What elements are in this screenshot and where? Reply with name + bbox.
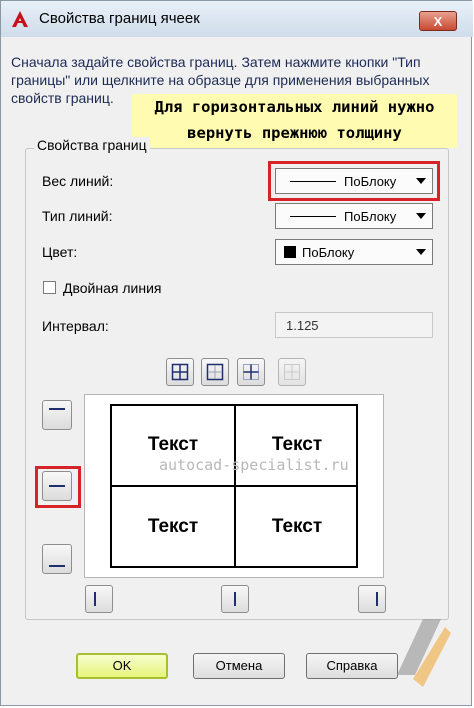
inside-vertical-border-icon [234, 592, 236, 606]
close-button[interactable]: X [419, 11, 457, 31]
help-button[interactable]: Справка [306, 653, 398, 679]
double-line-label: Двойная линия [63, 280, 162, 296]
preview-cell: Текст [271, 516, 323, 537]
inside-vertical-border-button[interactable] [221, 585, 249, 613]
top-border-icon [49, 408, 65, 410]
left-border-button[interactable] [85, 585, 113, 613]
cancel-button[interactable]: Отмена [193, 653, 285, 679]
inside-borders-icon [243, 364, 259, 380]
double-line-checkbox[interactable] [43, 281, 56, 294]
window-title: Свойства границ ячеек [39, 10, 200, 27]
autocad-logo-icon [12, 11, 28, 27]
lineweight-highlight [268, 161, 440, 201]
outside-borders-icon [206, 363, 224, 381]
linetype-label: Тип линий: [42, 208, 113, 224]
spacing-input[interactable]: 1.125 [275, 312, 433, 338]
watermark-text: autocad-specialist.ru [159, 456, 349, 474]
spacing-value: 1.125 [286, 318, 319, 333]
top-border-button[interactable] [42, 400, 72, 430]
annotation-line-1: Для горизонтальных линий нужно [154, 98, 435, 116]
no-border-icon [284, 364, 300, 380]
bottom-border-button[interactable] [42, 544, 72, 574]
linetype-select[interactable]: ПоБлоку [275, 203, 433, 229]
chevron-down-icon [416, 249, 426, 255]
preview-cell: Текст [147, 516, 199, 537]
preview-cell: Текст [147, 434, 199, 455]
outside-borders-button[interactable] [201, 358, 229, 386]
inside-borders-button[interactable] [237, 358, 265, 386]
bottom-border-icon [49, 565, 65, 567]
annotation-line-2: вернуть прежнюю толщину [187, 124, 402, 142]
color-swatch [284, 246, 296, 258]
cell-border-properties-dialog: Свойства границ ячеек X Сначала задайте … [0, 0, 473, 706]
preview-table[interactable]: Текст Текст Текст Текст [110, 404, 358, 568]
color-value: ПоБлоку [302, 245, 355, 260]
right-border-icon [376, 592, 378, 606]
annotation-note: Для горизонтальных линий нужно вернуть п… [132, 94, 457, 148]
linetype-value: ПоБлоку [344, 209, 397, 224]
preview-cell: Текст [271, 434, 323, 455]
no-border-button[interactable] [278, 358, 306, 386]
line-sample [290, 216, 336, 217]
inside-horizontal-highlight [35, 466, 81, 508]
left-border-icon [94, 592, 96, 606]
color-label: Цвет: [42, 244, 78, 260]
chevron-down-icon [416, 213, 426, 219]
color-select[interactable]: ПоБлоку [275, 239, 433, 265]
right-border-button[interactable] [358, 585, 386, 613]
lineweight-label: Вес линий: [42, 173, 114, 189]
all-borders-button[interactable] [166, 358, 194, 386]
ok-button[interactable]: OK [76, 653, 168, 679]
title-bar: Свойства границ ячеек X [1, 1, 473, 37]
group-title: Свойства границ [34, 137, 150, 153]
site-logo-icon [397, 619, 451, 687]
preview-horizontal-divider [112, 485, 356, 487]
spacing-label: Интервал: [42, 318, 109, 334]
all-borders-icon [171, 363, 189, 381]
